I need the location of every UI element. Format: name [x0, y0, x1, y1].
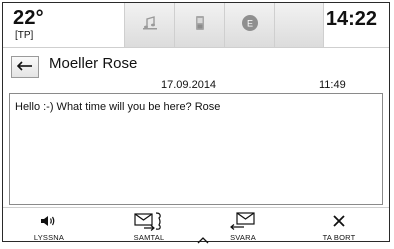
back-arrow-icon [16, 58, 33, 76]
back-button[interactable] [11, 56, 39, 78]
reply-button[interactable]: SVARA [205, 208, 281, 242]
tab-energy[interactable]: E [224, 3, 274, 47]
message-date: 17.09.2014 [161, 79, 217, 91]
tab-empty[interactable] [274, 3, 324, 47]
temperature-value: 22° [13, 7, 44, 29]
close-icon [332, 211, 346, 231]
tab-phone[interactable] [174, 3, 224, 47]
clock: 14:22 [325, 8, 377, 30]
climate-display[interactable]: 22° [TP] [11, 7, 121, 43]
reply-label: SVARA [230, 233, 256, 242]
chevron-up-icon[interactable] [197, 231, 209, 249]
e-mode-icon: E [241, 14, 259, 37]
tab-audio[interactable] [124, 3, 174, 47]
reply-envelope-icon [229, 211, 257, 231]
sender-name: Moeller Rose [49, 55, 138, 72]
speaker-icon [40, 211, 58, 231]
app-tabs: E [124, 3, 324, 47]
call-button[interactable]: SAMTAL [111, 208, 187, 242]
listen-button[interactable]: LYSSNA [11, 208, 87, 242]
status-bar: 22° [TP] E 14:22 [3, 3, 389, 48]
message-text: Hello :-) What time will you be here? Ro… [15, 101, 221, 113]
infotainment-screen: 22° [TP] E 14:22 Moeller Rose 17.09.2014… [2, 2, 390, 244]
phone-icon [195, 15, 205, 36]
envelope-call-icon [134, 211, 164, 231]
e-mode-label: E [246, 18, 252, 28]
delete-button[interactable]: TA BORT [301, 208, 377, 242]
call-label: SAMTAL [133, 233, 165, 242]
music-icon [142, 15, 158, 35]
delete-label: TA BORT [322, 233, 356, 242]
message-body[interactable]: Hello :-) What time will you be here? Ro… [9, 93, 383, 205]
listen-label: LYSSNA [33, 233, 65, 242]
action-bar: LYSSNA SAMTAL SVARA TA BORT [3, 207, 389, 242]
message-time: 11:49 [319, 79, 346, 91]
temperature-mode: [TP] [15, 30, 34, 41]
